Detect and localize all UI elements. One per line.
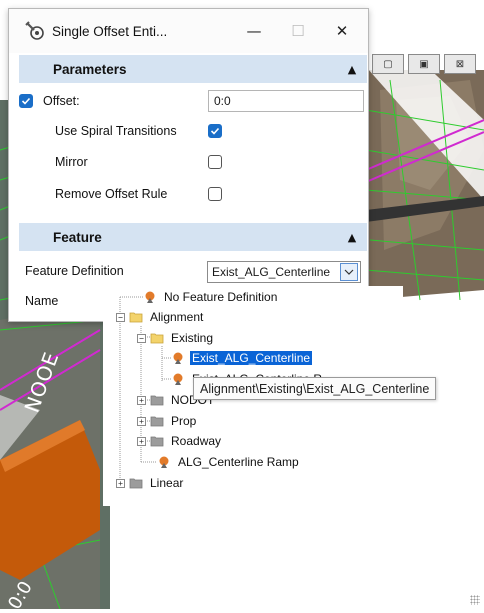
path-tooltip: Alignment\Existing\Exist_ALG_Centerline <box>193 377 437 400</box>
restore-icon[interactable]: ▢ <box>372 54 404 74</box>
offset-label: Offset: <box>43 94 80 108</box>
feature-icon <box>173 373 183 385</box>
single-offset-dialog: Single Offset Enti... — ☐ ✕ Parameters ▲… <box>8 8 369 322</box>
folder-icon <box>150 395 164 406</box>
name-label: Name <box>25 294 59 308</box>
minimize-button[interactable]: — <box>232 9 276 53</box>
close-button[interactable]: ✕ <box>320 9 364 53</box>
feature-definition-value: Exist_ALG_Centerline <box>212 265 331 279</box>
close-icon[interactable]: ⊠ <box>444 54 476 74</box>
maximize-button: ☐ <box>291 22 305 40</box>
feature-definition-row: Feature Definition <box>25 259 124 283</box>
offset-row: Offset: <box>19 89 80 113</box>
remove-offset-checkbox[interactable] <box>208 187 222 201</box>
feature-icon <box>159 456 169 468</box>
parameters-header-label: Parameters <box>53 61 127 77</box>
expand-icon[interactable]: + <box>116 478 125 488</box>
tree-item-alg-centerline-ramp[interactable]: ALG_Centerline Ramp <box>157 453 301 471</box>
expand-icon[interactable]: + <box>137 416 146 426</box>
chevron-down-icon[interactable] <box>340 263 358 281</box>
chevron-up-icon[interactable]: ▲ <box>337 63 367 76</box>
background-window-controls: ▢ ▣ ⊠ <box>372 54 476 74</box>
expand-icon[interactable]: + <box>137 436 146 446</box>
feature-header-label: Feature <box>53 229 102 245</box>
use-spiral-label: Use Spiral Transitions <box>55 124 177 138</box>
tree-item-roadway[interactable]: + Roadway <box>137 432 223 450</box>
mirror-row: Mirror <box>55 150 88 174</box>
chevron-up-icon[interactable]: ▲ <box>337 231 367 244</box>
maximize-icon[interactable]: ▣ <box>408 54 440 74</box>
feature-definition-label: Feature Definition <box>25 264 124 278</box>
folder-open-icon <box>150 333 164 344</box>
collapse-icon[interactable]: − <box>137 333 146 343</box>
folder-icon <box>129 478 143 489</box>
wrench-gear-icon <box>25 21 44 40</box>
folder-icon <box>150 416 164 427</box>
feature-section-header[interactable]: Feature ▲ <box>19 223 367 251</box>
use-spiral-checkbox[interactable] <box>208 124 222 138</box>
tree-item-no-feature-definition[interactable]: No Feature Definition <box>143 288 279 306</box>
tree-item-prop[interactable]: + Prop <box>137 412 198 430</box>
mirror-label: Mirror <box>55 155 88 169</box>
tree-item-alignment[interactable]: − Alignment <box>116 308 205 326</box>
dialog-title: Single Offset Enti... <box>52 23 168 39</box>
dialog-titlebar[interactable]: Single Offset Enti... — ☐ ✕ <box>9 9 368 53</box>
use-spiral-row: Use Spiral Transitions <box>55 119 177 143</box>
tree-item-exist-alg-centerline[interactable]: Exist_ALG_Centerline <box>171 349 313 367</box>
offset-checkbox[interactable] <box>19 94 33 108</box>
feature-icon <box>173 352 183 364</box>
name-row: Name <box>25 289 58 313</box>
mirror-checkbox[interactable] <box>208 155 222 169</box>
folder-icon <box>150 436 164 447</box>
expand-icon[interactable]: + <box>137 395 146 405</box>
remove-offset-label: Remove Offset Rule <box>55 187 168 201</box>
remove-offset-row: Remove Offset Rule <box>55 182 167 206</box>
collapse-icon[interactable]: − <box>116 312 125 322</box>
resize-grip-icon[interactable] <box>470 595 480 605</box>
parameters-section-header[interactable]: Parameters ▲ <box>19 55 367 83</box>
folder-open-icon <box>129 312 143 323</box>
offset-input[interactable]: 0:0 <box>208 90 364 112</box>
tree-item-linear[interactable]: + Linear <box>116 474 185 492</box>
feature-icon <box>145 291 155 303</box>
tree-item-existing[interactable]: − Existing <box>137 329 215 347</box>
feature-definition-dropdown[interactable]: Exist_ALG_Centerline <box>207 261 361 283</box>
